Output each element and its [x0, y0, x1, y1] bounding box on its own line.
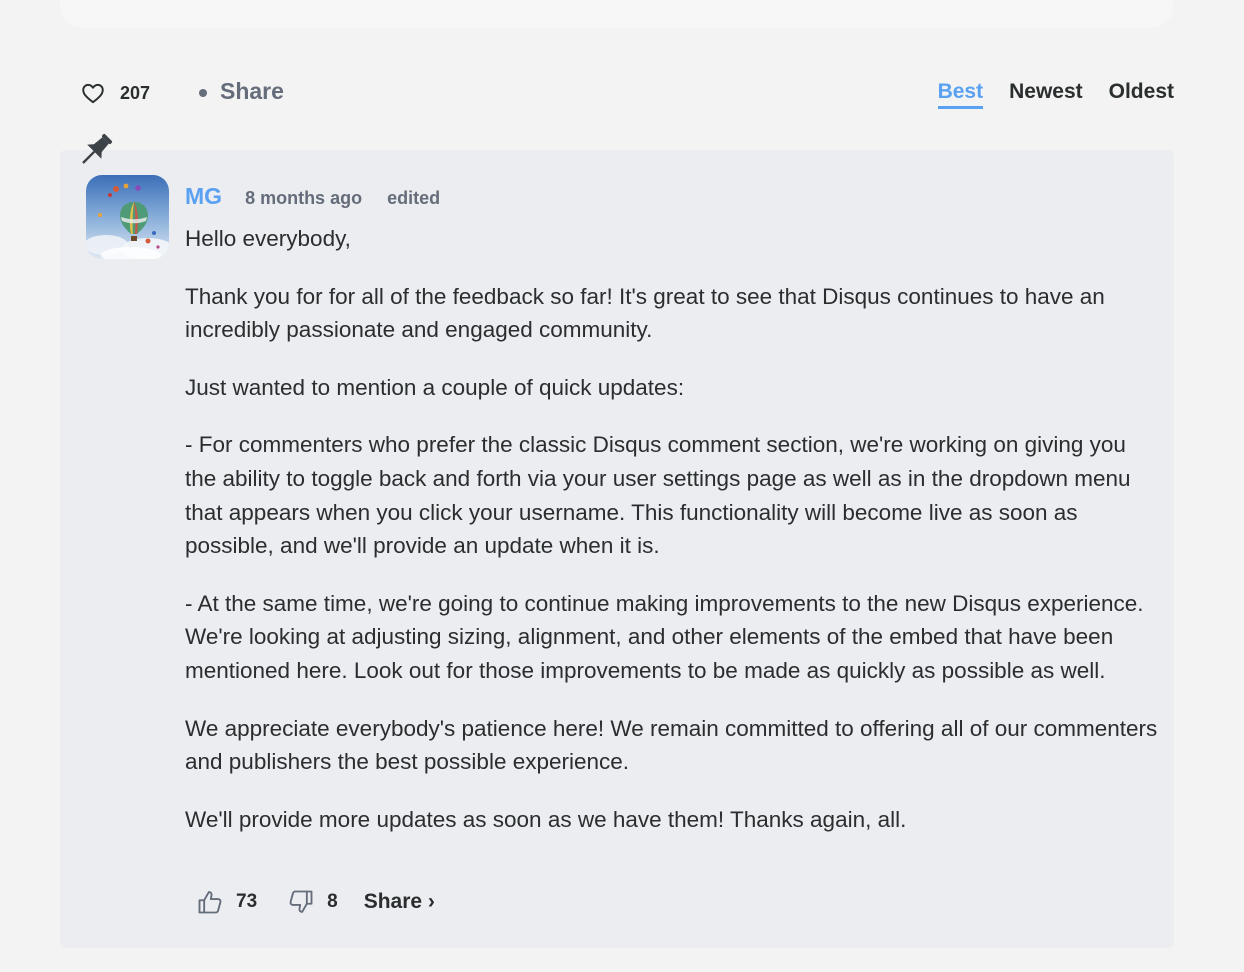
- share-comment-button[interactable]: Share ›: [364, 890, 435, 914]
- previous-panel-card: [60, 0, 1173, 28]
- share-thread-button[interactable]: Share: [220, 78, 284, 105]
- tab-newest[interactable]: Newest: [1009, 80, 1083, 109]
- recommend-button[interactable]: 207: [80, 80, 150, 106]
- comment-paragraph: Thank you for for all of the feedback so…: [185, 283, 1105, 343]
- avatar[interactable]: [86, 175, 169, 259]
- comment-timestamp[interactable]: 8 months ago: [245, 188, 362, 209]
- separator-dot: [199, 89, 207, 97]
- thumbs-down-icon: [289, 890, 313, 913]
- like-count: 207: [120, 82, 151, 103]
- upvote-button[interactable]: 73: [196, 888, 257, 916]
- tab-oldest[interactable]: Oldest: [1109, 80, 1174, 109]
- author-name[interactable]: MG: [185, 183, 222, 210]
- pinned-comment: MG 8 months ago edited Hello everybody, …: [60, 150, 1174, 948]
- comment-body: Hello everybody, Thank you for for all o…: [185, 222, 1160, 860]
- downvote-button[interactable]: 8: [287, 888, 338, 916]
- thumbs-up-icon: [198, 891, 222, 914]
- comment-paragraph: We'll provide more updates as soon as we…: [185, 806, 907, 832]
- comment-paragraph: Just wanted to mention a couple of quick…: [185, 374, 685, 400]
- thread-toolbar: 207 Share Best Newest Oldest: [60, 70, 1174, 118]
- comment-paragraph: We appreciate everybody's patience here!…: [185, 715, 1158, 775]
- edited-label: edited: [387, 188, 441, 208]
- tab-best[interactable]: Best: [937, 80, 984, 109]
- sort-tabs: Best Newest Oldest: [937, 80, 1174, 109]
- comment-actions: 73 8 Share ›: [196, 888, 435, 916]
- upvote-count: 73: [236, 891, 258, 912]
- comment-paragraph: - For commenters who prefer the classic …: [185, 432, 1131, 559]
- pin-icon: [82, 133, 113, 164]
- downvote-count: 8: [327, 891, 338, 912]
- comment-header: MG 8 months ago edited: [185, 183, 440, 210]
- comment-paragraph: - At the same time, we're going to conti…: [185, 590, 1144, 683]
- comment-paragraph: Hello everybody,: [185, 226, 351, 251]
- heart-icon: [82, 83, 104, 104]
- hot-air-balloon-avatar-icon: [86, 175, 169, 259]
